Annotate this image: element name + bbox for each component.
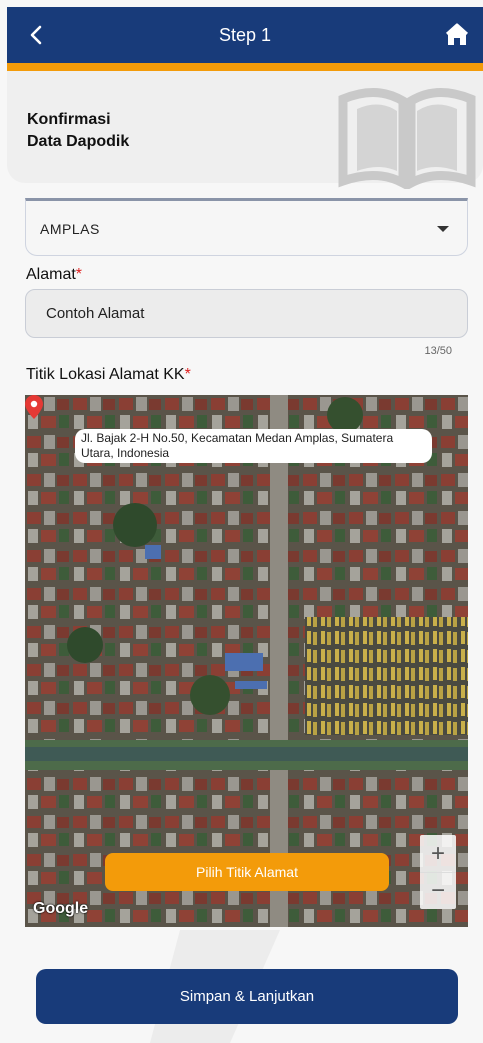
app-bar-title: Step 1	[218, 24, 272, 45]
map-address-label: Jl. Bajak 2-H No.50, Kecamatan Medan Amp…	[75, 429, 432, 463]
alamat-input[interactable]	[25, 289, 468, 338]
home-icon[interactable]	[443, 21, 471, 49]
zoom-out-button[interactable]: −	[420, 872, 456, 909]
zoom-in-button[interactable]: +	[420, 835, 456, 873]
book-icon	[338, 87, 476, 189]
location-pin-icon[interactable]	[25, 395, 43, 419]
accent-line	[7, 63, 483, 71]
kecamatan-dropdown[interactable]: AMPLAS	[25, 198, 468, 256]
save-and-continue-button[interactable]: Simpan & Lanjutkan	[36, 969, 458, 1024]
map-view[interactable]: Jl. Bajak 2-H No.50, Kecamatan Medan Amp…	[25, 395, 468, 927]
alamat-char-counter: 13/50	[424, 345, 452, 357]
page: Step 1 Konfirmasi Data Dapodik AMPLAS Al…	[0, 0, 483, 1043]
pick-location-button[interactable]: Pilih Titik Alamat	[105, 853, 389, 891]
required-mark: *	[75, 266, 83, 283]
satellite-imagery	[25, 395, 468, 927]
chevron-down-icon	[437, 226, 449, 232]
app-bar: Step 1	[7, 7, 483, 63]
back-arrow-icon[interactable]	[23, 21, 51, 49]
kecamatan-value: AMPLAS	[40, 221, 100, 237]
alamat-label: Alamat*	[26, 266, 83, 283]
zoom-controls: + −	[420, 835, 456, 909]
header-card: Konfirmasi Data Dapodik	[7, 71, 483, 189]
page-title: Konfirmasi Data Dapodik	[27, 111, 130, 150]
google-logo: Google	[33, 900, 89, 917]
required-mark: *	[184, 366, 191, 383]
lokasi-label: Titik Lokasi Alamat KK*	[26, 366, 191, 383]
